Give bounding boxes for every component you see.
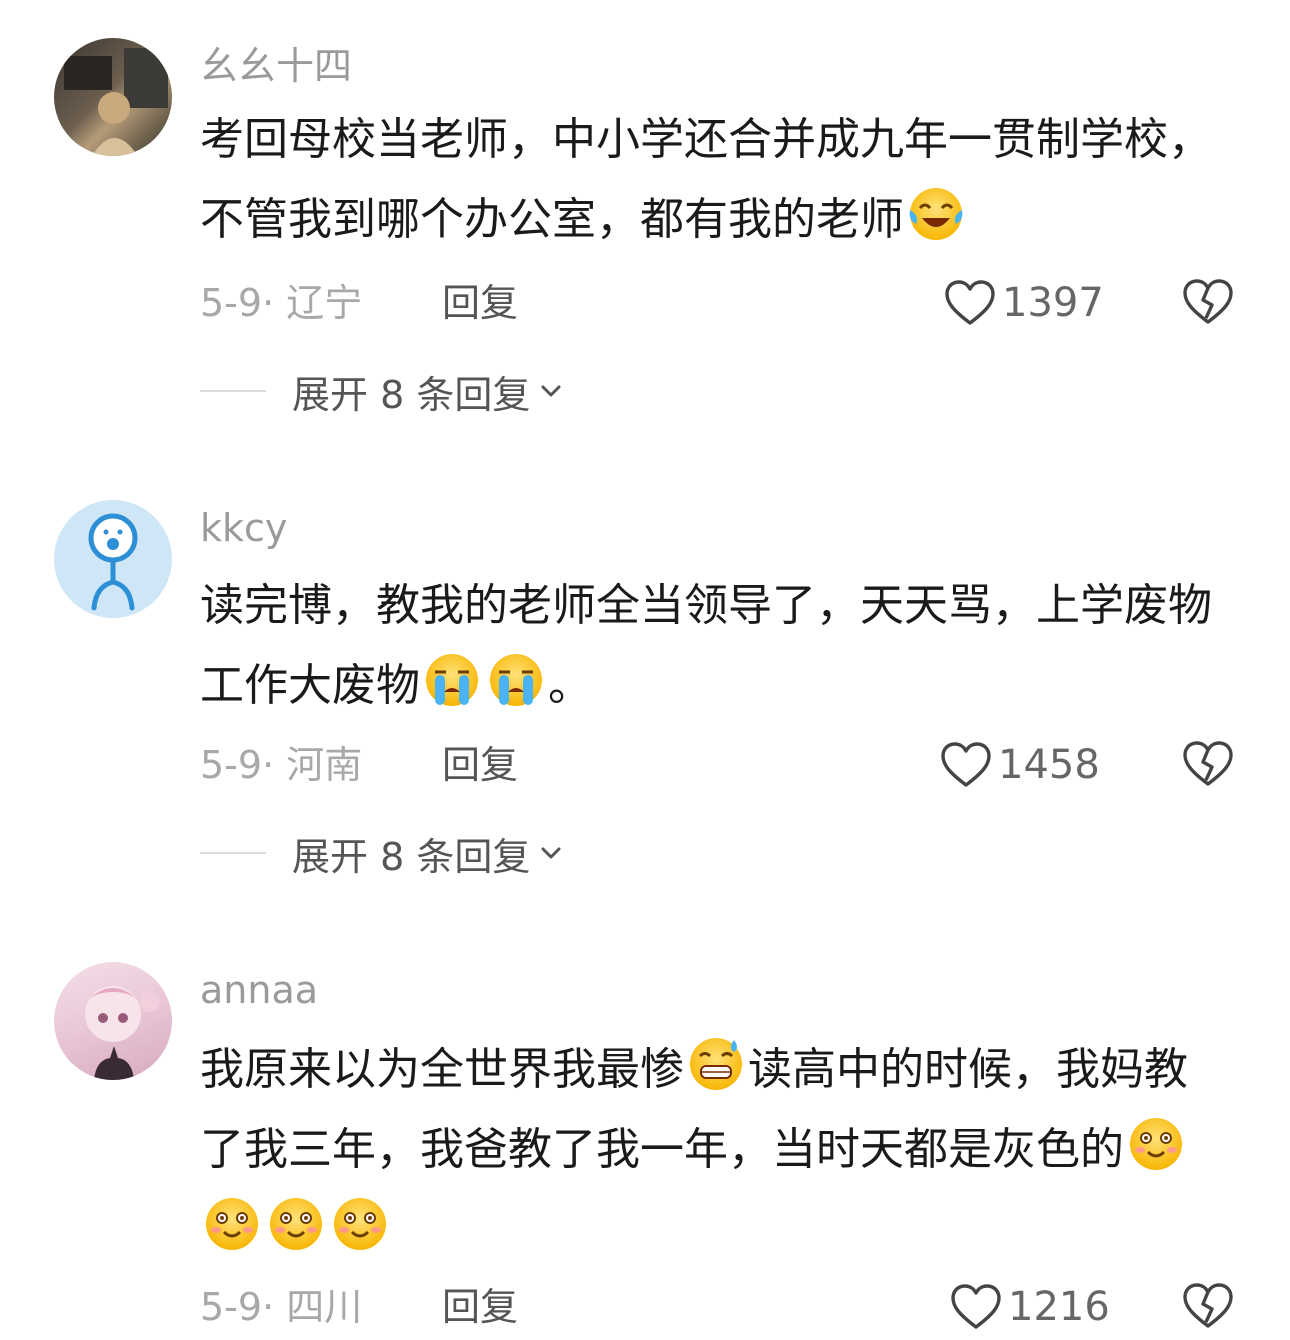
heart-outline-icon	[944, 279, 996, 327]
loudly-crying-emoji	[422, 650, 482, 710]
expand-replies-label: 展开 8 条回复	[292, 372, 531, 417]
expand-replies-label: 展开 8 条回复	[292, 834, 531, 879]
smiling-blush-emoji	[330, 1194, 390, 1254]
comment-date-location: 5-9· 四川	[200, 1285, 363, 1329]
broken-heart-icon[interactable]	[1182, 1282, 1234, 1330]
like-count: 1216	[1008, 1284, 1110, 1330]
reply-button[interactable]: 回复	[442, 740, 518, 790]
smiling-blush-emoji	[266, 1194, 326, 1254]
like-button[interactable]: 1397	[944, 276, 1104, 330]
comment-text-content: 考回母校当老师，中小学还合并成九年一贯制学校，不管我到哪个办公室，都有我的老师	[200, 114, 1212, 245]
like-count: 1458	[998, 742, 1100, 788]
like-count: 1397	[1002, 280, 1104, 326]
chevron-down-icon	[538, 378, 564, 404]
comment-text: 读完博，教我的老师全当领导了，天天骂，上学废物工作大废物。	[200, 566, 1230, 726]
grimace-sweat-emoji	[686, 1034, 746, 1094]
comment-text: 我原来以为全世界我最惨 读高中的时候，我妈教了我三年，我爸教了我一年，当时天都是灰…	[200, 1030, 1230, 1270]
heart-outline-icon	[950, 1283, 1002, 1331]
username[interactable]: 幺幺十四	[200, 42, 352, 90]
comment-text-content: 我原来以为全世界我最惨	[200, 1044, 684, 1095]
comment-text-tail: 。	[548, 660, 592, 711]
reply-button[interactable]: 回复	[442, 1282, 518, 1332]
avatar[interactable]	[54, 500, 172, 618]
smiling-blush-emoji	[1126, 1114, 1186, 1174]
reply-button[interactable]: 回复	[442, 278, 518, 328]
avatar[interactable]	[54, 38, 172, 156]
divider	[200, 852, 266, 854]
comment-text: 考回母校当老师，中小学还合并成九年一贯制学校，不管我到哪个办公室，都有我的老师	[200, 100, 1230, 260]
comment-date-location: 5-9· 辽宁	[200, 281, 363, 325]
like-button[interactable]: 1216	[950, 1280, 1110, 1334]
smiling-blush-emoji	[202, 1194, 262, 1254]
chevron-down-icon	[538, 840, 564, 866]
broken-heart-icon[interactable]	[1182, 278, 1234, 326]
comment-text-content: 读完博，教我的老师全当领导了，天天骂，上学废物工作大废物	[200, 580, 1212, 711]
expand-replies-button[interactable]: 展开 8 条回复	[200, 366, 564, 417]
tears-of-joy-emoji	[906, 184, 966, 244]
comment-date-location: 5-9· 河南	[200, 743, 363, 787]
heart-outline-icon	[940, 741, 992, 789]
avatar[interactable]	[54, 962, 172, 1080]
loudly-crying-emoji	[486, 650, 546, 710]
like-button[interactable]: 1458	[940, 738, 1100, 792]
broken-heart-icon[interactable]	[1182, 740, 1234, 788]
username[interactable]: annaa	[200, 966, 318, 1014]
expand-replies-button[interactable]: 展开 8 条回复	[200, 828, 564, 879]
divider	[200, 390, 266, 392]
username[interactable]: kkcy	[200, 504, 287, 552]
